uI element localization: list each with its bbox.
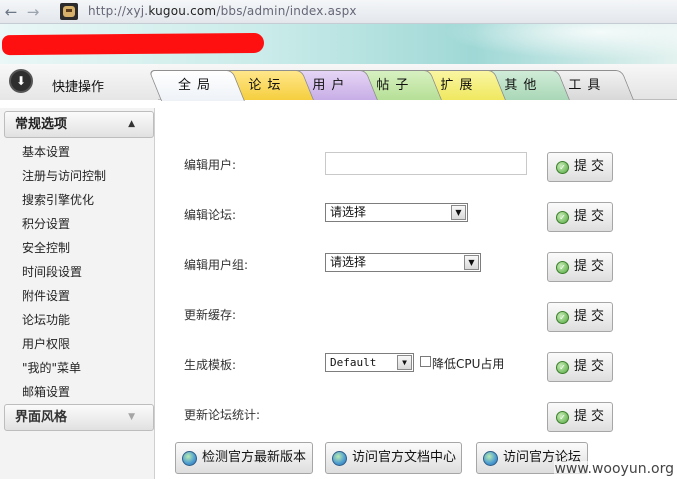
reduce-cpu-checkbox[interactable] (420, 356, 431, 367)
edit-usergroup-label: 编辑用户组: (184, 258, 249, 272)
quick-ops-label: 快捷操作 (52, 80, 105, 95)
check-circle-icon: ✓ (556, 411, 569, 424)
check-circle-icon: ✓ (556, 211, 569, 224)
check-circle-icon: ✓ (556, 261, 569, 274)
edit-forum-label: 编辑论坛: (184, 208, 237, 222)
edit-user-label: 编辑用户: (184, 158, 237, 172)
globe-icon (182, 451, 197, 466)
generate-template-submit-button[interactable]: ✓ 提交 (547, 352, 613, 382)
dropdown-arrow-icon: ▼ (464, 255, 479, 270)
sidebar-item-attachments[interactable]: 附件设置 (22, 289, 70, 303)
quick-ops-button[interactable]: ⬇ 快捷操作 (0, 64, 158, 100)
update-forum-stats-label: 更新论坛统计: (184, 408, 261, 422)
visit-docs-center-button[interactable]: 访问官方文档中心 (325, 442, 462, 474)
sidebar-item-security[interactable]: 安全控制 (22, 241, 70, 255)
down-arrow-circle-icon: ⬇ (9, 69, 33, 93)
sidebar-item-registration-access[interactable]: 注册与访问控制 (22, 169, 106, 183)
check-circle-icon: ✓ (556, 311, 569, 324)
sidebar-item-user-permissions[interactable]: 用户权限 (22, 337, 70, 351)
edit-usergroup-select[interactable]: 请选择 ▼ (325, 253, 481, 272)
dropdown-arrow-icon: ▼ (451, 205, 466, 220)
watermark: www.wooyun.org (554, 461, 674, 477)
edit-user-submit-button[interactable]: ✓ 提交 (547, 152, 613, 182)
check-latest-version-button[interactable]: 检测官方最新版本 (175, 442, 313, 474)
edit-forum-submit-button[interactable]: ✓ 提交 (547, 202, 613, 232)
redaction-mark (1, 32, 265, 56)
generate-template-label: 生成模板: (184, 358, 237, 372)
template-select[interactable]: Default ▼ (325, 353, 414, 372)
update-cache-label: 更新缓存: (184, 308, 237, 322)
globe-icon (483, 451, 498, 466)
globe-icon (332, 451, 347, 466)
caret-up-icon: ▲ (128, 119, 135, 129)
update-forum-stats-submit-button[interactable]: ✓ 提交 (547, 402, 613, 432)
check-circle-icon: ✓ (556, 161, 569, 174)
sidebar-group-interface-style[interactable]: 界面风格 ▼ (4, 404, 154, 431)
site-favicon-icon (60, 3, 78, 20)
dropdown-arrow-icon: ▼ (397, 355, 412, 370)
sidebar-item-time-period[interactable]: 时间段设置 (22, 265, 82, 279)
caret-down-icon: ▼ (128, 412, 135, 422)
check-circle-icon: ✓ (556, 361, 569, 374)
sidebar-item-basic-settings[interactable]: 基本设置 (22, 145, 70, 159)
sidebar-item-credits[interactable]: 积分设置 (22, 217, 70, 231)
browser-address-bar: ← → http://xyj.kugou.com/bbs/admin/index… (0, 0, 677, 24)
tab-global[interactable]: 全局 (148, 70, 245, 101)
sidebar-item-my-menu[interactable]: "我的"菜单 (22, 361, 81, 375)
back-arrow-icon[interactable]: ← (2, 3, 20, 21)
reduce-cpu-label: 降低CPU占用 (432, 357, 505, 371)
url-text[interactable]: http://xyj.kugou.com/bbs/admin/index.asp… (88, 4, 357, 18)
edit-usergroup-submit-button[interactable]: ✓ 提交 (547, 252, 613, 282)
edit-user-input[interactable] (325, 152, 527, 175)
update-cache-submit-button[interactable]: ✓ 提交 (547, 302, 613, 332)
edit-forum-select[interactable]: 请选择 ▼ (325, 203, 468, 222)
sidebar-item-forum-features[interactable]: 论坛功能 (22, 313, 70, 327)
forward-arrow-icon[interactable]: → (24, 3, 42, 21)
sidebar-item-email[interactable]: 邮箱设置 (22, 385, 70, 399)
sidebar-item-seo[interactable]: 搜索引擎优化 (22, 193, 94, 207)
sidebar-group-general[interactable]: 常规选项 ▲ (4, 111, 154, 138)
